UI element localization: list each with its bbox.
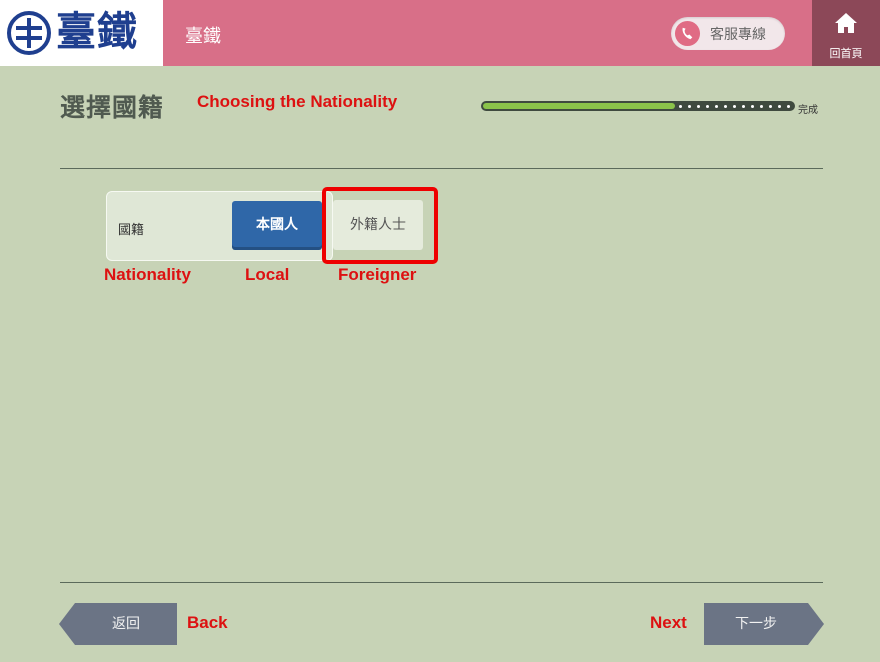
phone-icon	[674, 20, 701, 47]
bottom-divider	[60, 582, 823, 583]
annotation-nationality: Nationality	[104, 265, 191, 284]
local-option-button[interactable]: 本國人	[232, 201, 322, 250]
progress-fill	[483, 103, 675, 109]
highlight-box	[322, 187, 438, 264]
progress-dot	[760, 105, 763, 108]
home-icon	[835, 13, 857, 33]
progress-dot	[715, 105, 718, 108]
progress-dot	[697, 105, 700, 108]
annotation-foreigner: Foreigner	[338, 265, 417, 284]
progress-dot	[706, 105, 709, 108]
annotation-title: Choosing the Nationality	[197, 92, 398, 111]
nationality-label: 國籍	[118, 223, 145, 238]
next-button[interactable]: 下一步	[704, 603, 824, 645]
customer-service-button[interactable]: 客服專線	[671, 17, 785, 50]
progress-dot	[778, 105, 781, 108]
top-divider	[60, 168, 823, 169]
header-bar: 臺鐵 臺鐵 客服專線 回首頁	[0, 0, 880, 66]
progress-dot	[688, 105, 691, 108]
back-label: 返回	[112, 616, 140, 632]
progress-bar	[481, 101, 795, 111]
progress-dot	[769, 105, 772, 108]
annotation-back: Back	[187, 613, 228, 632]
customer-service-label: 客服專線	[710, 27, 766, 43]
progress-dot	[733, 105, 736, 108]
progress-dot	[724, 105, 727, 108]
progress-dot	[751, 105, 754, 108]
progress-dot	[787, 105, 790, 108]
home-button[interactable]: 回首頁	[812, 0, 880, 66]
page-title: 選擇國籍	[60, 93, 165, 122]
progress-complete-label: 完成	[798, 105, 818, 116]
annotation-local: Local	[245, 265, 290, 284]
progress-dot	[742, 105, 745, 108]
next-label: 下一步	[735, 616, 777, 632]
local-option-label: 本國人	[256, 217, 298, 233]
annotation-next: Next	[650, 613, 687, 632]
progress-dot	[679, 105, 682, 108]
logo[interactable]: 臺鐵	[0, 0, 163, 66]
railway-logo-icon	[7, 11, 51, 55]
app-name: 臺鐵	[185, 26, 221, 47]
logo-text: 臺鐵	[56, 8, 138, 55]
back-button[interactable]: 返回	[59, 603, 177, 645]
home-label: 回首頁	[829, 47, 863, 60]
